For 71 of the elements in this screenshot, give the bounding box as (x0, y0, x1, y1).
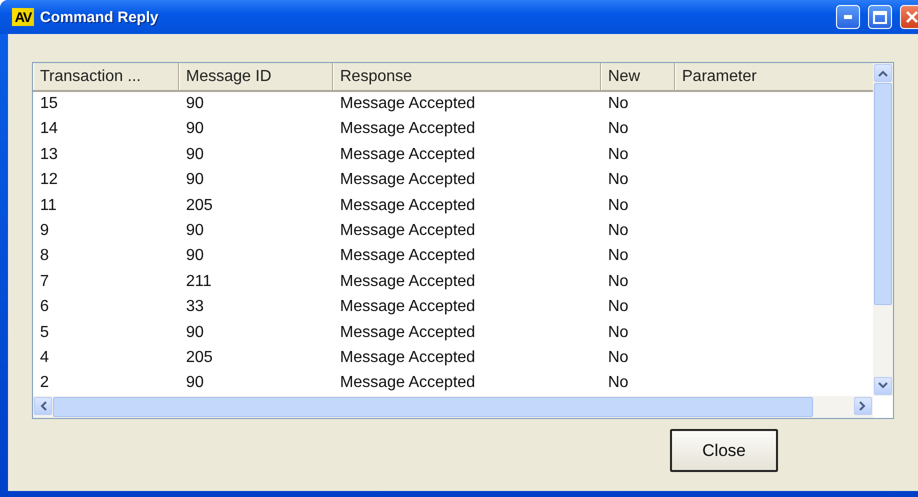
vertical-scroll-thumb[interactable] (874, 83, 892, 305)
app-icon: AV (12, 8, 34, 26)
table-cell-text: 90 (185, 322, 205, 343)
table-cell-text: 205 (185, 348, 214, 368)
horizontal-scroll-thumb[interactable] (53, 397, 813, 417)
table-cell-text: 90 (185, 220, 205, 241)
table-cell-text: Message Accepted (339, 246, 476, 266)
table-cell-text: No (607, 322, 630, 343)
chevron-down-icon (878, 382, 888, 390)
table-cell-text: 12 (39, 170, 59, 190)
table-cell-text: No (607, 94, 630, 114)
maximize-icon (873, 10, 887, 24)
scroll-right-button[interactable] (854, 397, 872, 415)
table-cell-text: No (607, 220, 630, 241)
table-cell-text: 90 (185, 373, 205, 394)
table-cell-text: No (607, 144, 630, 165)
table-cell-text: Message Accepted (339, 170, 476, 190)
column-header[interactable]: New (601, 63, 675, 90)
table-cell-text: Message Accepted (339, 94, 476, 114)
table-cell-text: No (607, 246, 630, 266)
table-cell-text: Message Accepted (339, 196, 476, 216)
close-icon (905, 10, 918, 24)
table-cell-text: 211 (185, 272, 213, 292)
table-cell-text: 205 (185, 196, 214, 216)
minimize-button[interactable] (836, 5, 860, 29)
table-cell-text: Message Accepted (339, 322, 476, 343)
table-cell-text: Message Accepted (339, 297, 476, 318)
table-cell-text: No (607, 373, 630, 394)
table-cell-text: 5 (39, 322, 50, 343)
table-cell-text: 90 (185, 170, 205, 190)
close-button[interactable]: Close (670, 429, 778, 472)
table-cell-text: 90 (185, 94, 205, 114)
table-cell-text: 6 (39, 297, 50, 318)
chevron-left-icon (39, 401, 47, 411)
table-cell-text: Message Accepted (339, 348, 476, 368)
table-cell-text: No (607, 196, 630, 216)
table-cell-text: 13 (39, 144, 59, 165)
maximize-button[interactable] (868, 5, 892, 29)
table-cell-text: No (607, 119, 630, 140)
scroll-down-button[interactable] (874, 377, 892, 395)
scroll-up-button[interactable] (874, 64, 892, 82)
column-header[interactable]: Message ID (179, 63, 333, 90)
table-cell-text: 15 (39, 94, 59, 114)
table-cell-text: Message Accepted (339, 220, 476, 241)
table-cell-text: Message Accepted (339, 373, 476, 394)
table-cell-text: 8 (39, 246, 50, 266)
table-cell-text: 90 (185, 246, 205, 266)
table-cell-text: 33 (185, 297, 205, 318)
table-cell-text: No (607, 170, 630, 190)
table-cell-text: No (607, 348, 630, 368)
table-cell-text: Message Accepted (339, 144, 476, 165)
minimize-icon (844, 15, 852, 19)
table-cell-text: No (607, 297, 630, 318)
table-cell-text: Message Accepted (339, 272, 476, 292)
table-cell-text: 90 (185, 144, 205, 165)
table-cell-text: 90 (185, 119, 205, 140)
table-cell-text: No (607, 272, 630, 292)
table-cell-text: 14 (39, 119, 59, 140)
chevron-right-icon (859, 401, 867, 411)
table-cell-text: 4 (39, 348, 50, 368)
column-header[interactable]: Transaction ... (33, 63, 179, 90)
table-cell-text: Message Accepted (339, 119, 476, 140)
table-cell-text: 7 (39, 272, 50, 292)
close-window-button[interactable] (900, 5, 918, 29)
column-header[interactable]: Response (333, 63, 601, 90)
table-cell-text: 9 (39, 220, 50, 241)
window-title: Command Reply (40, 8, 160, 26)
scroll-left-button[interactable] (34, 397, 52, 415)
chevron-up-icon (878, 69, 888, 77)
table-cell-text: 2 (39, 373, 50, 394)
table-cell-text: 11 (39, 196, 58, 216)
